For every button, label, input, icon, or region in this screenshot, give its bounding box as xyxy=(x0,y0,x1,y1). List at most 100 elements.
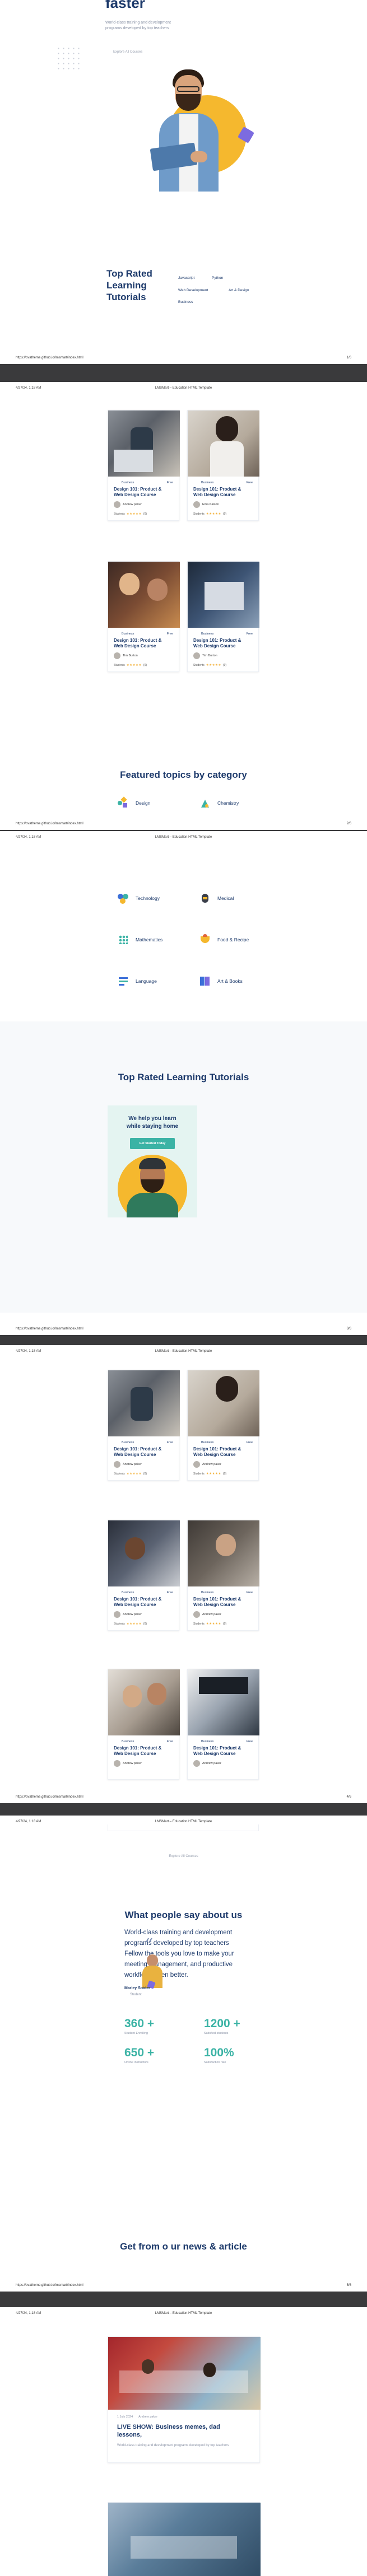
students-label: Students xyxy=(114,1622,125,1626)
header-title: LMSMart – Education HTML Template xyxy=(155,2312,212,2315)
tag-web-development[interactable]: Web Development xyxy=(178,288,208,292)
news-card[interactable]: 1 July 2024 Andrew paker LIVE SHOW: Busi… xyxy=(108,2336,261,2463)
course-title[interactable]: Design 101: Product & Web Design Course xyxy=(114,487,175,498)
rating-count: (0) xyxy=(222,512,227,516)
course-title-line2: Web Design Course xyxy=(193,1602,236,1607)
stat-value: 100% xyxy=(204,2046,234,2059)
news-title[interactable]: LIVE SHOW: Business memes, dad lessons, xyxy=(117,2423,252,2439)
course-title-line1: Design 101: Product & xyxy=(114,638,162,643)
author-name: Tim Burton xyxy=(123,654,138,657)
course-image xyxy=(108,1669,180,1735)
rating-stars: ★★★★★ xyxy=(126,1472,142,1476)
page-footer: https://ovatheme.github.io/lmsmart/index… xyxy=(16,822,351,825)
stat-item: 100% Satisfaction rate xyxy=(204,2046,234,2064)
cards-bottom-edge xyxy=(108,1824,259,1831)
course-card[interactable]: Business Free Design 101: Product & Web D… xyxy=(108,1669,180,1780)
course-card[interactable]: Business Free Design 101: Product & Web D… xyxy=(187,561,259,672)
stat-value: 1200 + xyxy=(204,2017,240,2030)
get-started-button[interactable]: Get Started Today xyxy=(130,1138,175,1149)
stats-grid: 360 + Student Enrolling 1200 + Satisfied s… xyxy=(124,2017,253,2073)
topic-mathematics[interactable]: Mathematics xyxy=(118,934,162,945)
tag-python[interactable]: Python xyxy=(212,276,223,280)
explore-courses-link[interactable]: Explore All Courses xyxy=(113,50,142,54)
course-title[interactable]: Design 101: Product & Web Design Course xyxy=(193,638,255,649)
course-card[interactable]: Business Free Design 101: Product & Web D… xyxy=(187,410,259,521)
course-card[interactable]: Business Free Design 101: Product & Web D… xyxy=(108,1520,180,1631)
course-title[interactable]: Design 101: Product & Web Design Course xyxy=(193,1746,255,1757)
topic-label: Design xyxy=(136,800,151,806)
topic-chemistry[interactable]: Chemistry xyxy=(199,797,239,809)
page-header: 4/27/24, 1:18 AM LMSMart – Education HTM… xyxy=(16,1820,351,1823)
course-card[interactable]: Business Free Design 101: Product & Web D… xyxy=(108,561,180,672)
course-author: Andrew paker xyxy=(114,501,142,508)
topic-medical[interactable]: Medical xyxy=(199,893,234,904)
news-card[interactable] xyxy=(108,2502,261,2576)
course-title-line2: Web Design Course xyxy=(193,643,236,648)
topic-art-books[interactable]: Art & Books xyxy=(199,976,243,987)
avatar xyxy=(193,652,200,659)
course-card[interactable]: Business Free Design 101: Product & Web D… xyxy=(187,1520,259,1631)
footer-url: https://ovatheme.github.io/lmsmart/index… xyxy=(16,356,83,360)
course-title-line1: Design 101: Product & xyxy=(114,1746,162,1751)
course-category: Business xyxy=(201,1591,214,1594)
avatar xyxy=(114,1611,120,1618)
course-title[interactable]: Design 101: Product & Web Design Course xyxy=(114,1446,175,1458)
course-title-line2: Web Design Course xyxy=(114,643,156,648)
topic-label: Technology xyxy=(136,895,160,901)
course-title[interactable]: Design 101: Product & Web Design Course xyxy=(114,1597,175,1608)
course-title[interactable]: Design 101: Product & Web Design Course xyxy=(193,1597,255,1608)
news-image xyxy=(108,2337,261,2410)
course-author: Tim Burton xyxy=(114,652,138,659)
course-title[interactable]: Design 101: Product & Web Design Course xyxy=(193,487,255,498)
stat-label: Student Enrolling xyxy=(124,2032,148,2035)
promo-person-body xyxy=(127,1193,178,1217)
course-meta: Students ★★★★★ (0) xyxy=(193,1622,226,1626)
course-author: Andrew paker xyxy=(114,1461,142,1468)
stat-value: 360 + xyxy=(124,2017,155,2030)
topic-design[interactable]: Design xyxy=(118,796,151,809)
mathematics-icon xyxy=(118,934,129,945)
stat-label: Satisfied students xyxy=(204,2032,229,2035)
tag-business[interactable]: Business xyxy=(178,300,193,304)
course-category: Business xyxy=(122,1441,134,1444)
course-category: Business xyxy=(201,632,214,636)
stat-item: 1200 + Satisfied students xyxy=(204,2017,240,2035)
medical-icon xyxy=(199,893,211,904)
course-card[interactable]: Business Free Design 101: Product & Web D… xyxy=(187,1669,259,1780)
course-title[interactable]: Design 101: Product & Web Design Course xyxy=(193,1446,255,1458)
course-card[interactable]: Business Free Design 101: Product & Web D… xyxy=(187,1370,259,1481)
rating-count: (0) xyxy=(222,1472,227,1476)
course-meta: Students ★★★★★ (0) xyxy=(193,512,226,516)
news-meta: 1 July 2024 Andrew paker xyxy=(117,2415,157,2419)
course-card[interactable]: Business Free Design 101: Product & Web D… xyxy=(108,410,180,521)
course-title-line2: Web Design Course xyxy=(114,1751,156,1756)
avatar xyxy=(193,501,200,508)
food-icon xyxy=(199,934,211,945)
course-price: Free xyxy=(246,481,253,484)
topic-technology[interactable]: Technology xyxy=(118,893,160,904)
explore-courses-link[interactable]: Explore All Courses xyxy=(0,1855,367,1858)
rating-count: (0) xyxy=(222,664,227,667)
topic-language[interactable]: Language xyxy=(118,976,157,987)
course-card[interactable]: Business Free Design 101: Product & Web D… xyxy=(108,1370,180,1481)
topic-food-recipe[interactable]: Food & Recipe xyxy=(199,934,249,945)
page-header: 4/27/24, 1:18 AM LMSMart – Education HTM… xyxy=(16,2312,351,2315)
page-6: 4/27/24, 1:18 AM LMSMart – Education HTM… xyxy=(0,2307,367,2576)
news-date: 1 July 2024 xyxy=(117,2415,133,2419)
topic-label: Language xyxy=(136,978,157,984)
tag-art-design[interactable]: Art & Design xyxy=(229,288,249,292)
hero-illustration xyxy=(140,67,258,192)
topic-label: Mathematics xyxy=(136,937,163,942)
page-5: 4/27/24, 1:18 AM LMSMart – Education HTM… xyxy=(0,1816,367,2292)
course-price: Free xyxy=(166,1740,173,1743)
course-title-line1: Design 101: Product & xyxy=(193,1597,241,1602)
course-price: Free xyxy=(166,481,173,484)
header-title: LMSMart – Education HTML Template xyxy=(155,386,212,390)
tag-javascript[interactable]: Javascript xyxy=(178,276,194,280)
rating-count: (0) xyxy=(222,1622,227,1626)
person-glasses xyxy=(177,86,199,92)
course-image xyxy=(108,410,180,477)
course-author: Andrew paker xyxy=(193,1461,221,1468)
course-title[interactable]: Design 101: Product & Web Design Course xyxy=(114,1746,175,1757)
course-title[interactable]: Design 101: Product & Web Design Course xyxy=(114,638,175,649)
